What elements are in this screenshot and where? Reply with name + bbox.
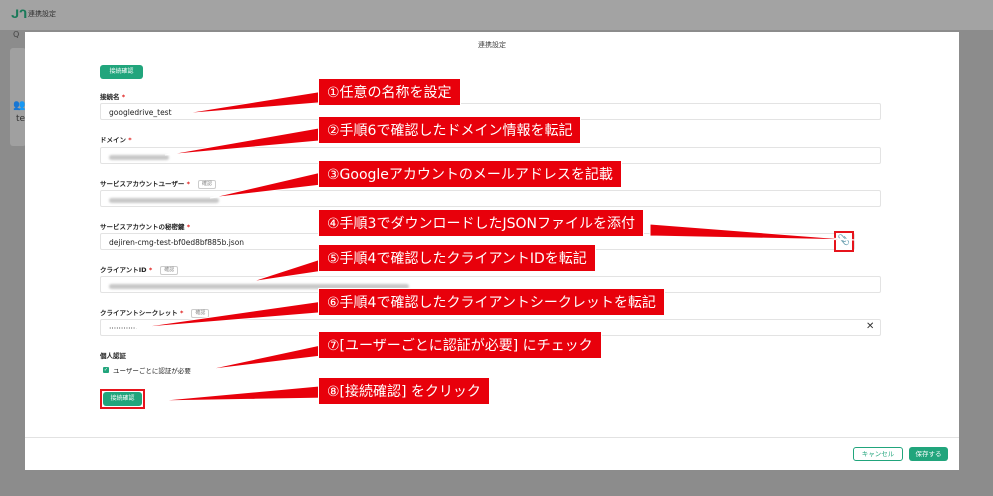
callout-6: ⑥手順4で確認したクライアントシークレットを転記: [318, 288, 665, 316]
callout-7: ⑦[ユーザーごとに認証が必要] にチェック: [318, 331, 602, 359]
arrow-4: [649, 223, 857, 241]
arrow-7: [204, 342, 331, 371]
callout-1: ①任意の名称を設定: [318, 78, 461, 106]
callout-8: ⑧[接続確認] をクリック: [318, 377, 490, 405]
arrow-3: [209, 169, 331, 199]
arrow-6: [134, 299, 331, 329]
callout-4: ④手順3でダウンロードしたJSONファイルを添付: [318, 209, 644, 237]
arrow-1: [179, 89, 331, 115]
callout-3: ③Googleアカウントのメールアドレスを記載: [318, 160, 622, 188]
callout-2: ②手順6で確認したドメイン情報を転記: [318, 116, 582, 144]
callout-5: ⑤手順4で確認したクライアントIDを転記: [318, 244, 596, 272]
arrow-2: [164, 125, 331, 156]
arrow-8: [154, 384, 331, 402]
